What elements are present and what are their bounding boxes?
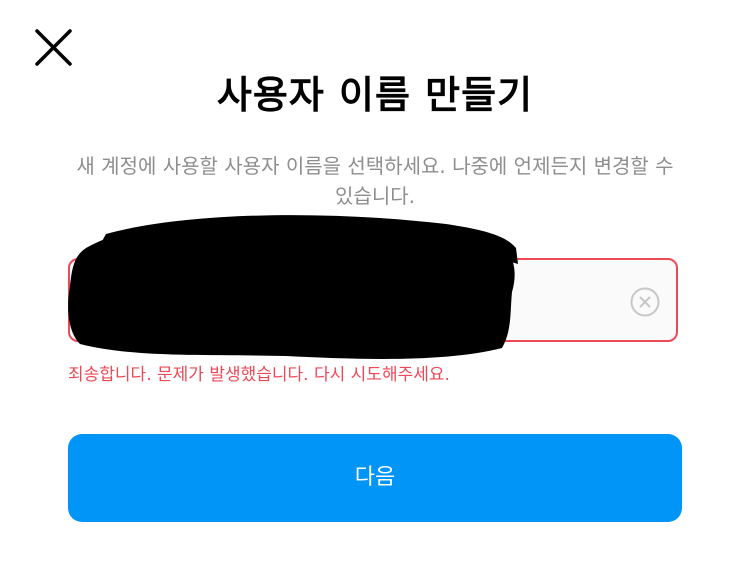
page-subtitle: 새 계정에 사용할 사용자 이름을 선택하세요. 나중에 언제든지 변경할 수 … [76,154,674,208]
clear-circle-x-icon [630,287,660,317]
redaction-overlay [68,215,518,359]
page-title: 사용자 이름 만들기 [216,73,534,117]
close-button[interactable] [33,27,75,69]
clear-input-button[interactable] [630,287,660,317]
error-message: 죄송합니다. 문제가 발생했습니다. 다시 시도해주세요. [68,365,450,385]
close-icon [35,29,72,66]
next-button[interactable]: 다음 [68,434,682,522]
